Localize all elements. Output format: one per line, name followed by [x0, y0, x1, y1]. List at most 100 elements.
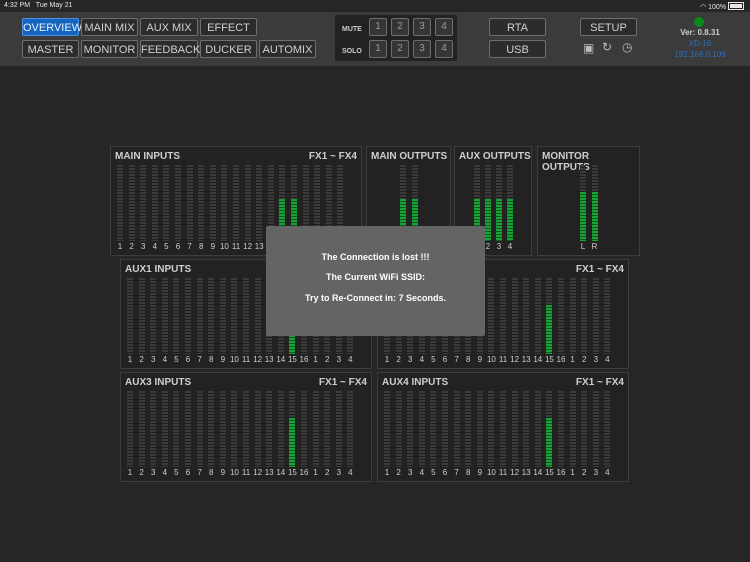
toolbox-icon[interactable]: ▣: [583, 41, 594, 55]
channel-label: 9: [477, 355, 483, 364]
channel-label: 3: [140, 242, 146, 251]
panel-title: MAIN INPUTS: [115, 151, 180, 162]
history-icon[interactable]: ◷: [622, 40, 632, 54]
tab-master[interactable]: MASTER: [22, 40, 79, 58]
level-meter-fill: [580, 192, 586, 241]
channel-label: 1: [127, 355, 133, 364]
channel-label: 11: [241, 355, 251, 364]
mute-button-2[interactable]: 2: [391, 18, 409, 36]
level-meter: [534, 391, 541, 467]
channel-label: 11: [241, 468, 251, 477]
setup-button[interactable]: SETUP: [580, 18, 637, 36]
top-toolbar: OVERVIEW MAIN MIX AUX MIX EFFECT MASTER …: [0, 12, 750, 66]
version-text: Ver: 0.8.31: [680, 28, 720, 37]
battery-icon: [728, 2, 744, 10]
channel-label: 14: [533, 355, 543, 364]
channel-label: 13: [264, 468, 274, 477]
channel-label: 2: [139, 355, 144, 364]
channel-label: 4: [348, 468, 353, 477]
channel-label: 2: [139, 468, 144, 477]
level-meter: [558, 278, 564, 354]
channel-label: 14: [276, 468, 286, 477]
channel-label: 6: [442, 468, 448, 477]
channel-label: L: [580, 242, 586, 251]
tab-feedback[interactable]: FEEDBACK: [140, 40, 200, 58]
channel-label: R: [591, 242, 598, 251]
channel-label: 5: [164, 242, 169, 251]
mute-button-4[interactable]: 4: [435, 18, 453, 36]
solo-button-3[interactable]: 3: [413, 40, 431, 58]
aux3-inputs-panel: AUX3 INPUTS FX1 ~ FX4 1 2 3 4 5 6 7 8 9 10 11 12 13 1…: [120, 372, 372, 482]
tab-overview[interactable]: OVERVIEW: [22, 18, 82, 36]
channel-label: 8: [465, 355, 471, 364]
channel-label: 14: [276, 355, 286, 364]
tab-effect[interactable]: EFFECT: [200, 18, 257, 36]
channel-label: 12: [510, 468, 520, 477]
level-meter: [127, 391, 133, 467]
level-meter-fill: [591, 192, 598, 241]
level-meter: [209, 165, 216, 241]
level-meter: [511, 391, 518, 467]
level-meter: [254, 278, 261, 354]
status-bar: 4:32 PM Tue May 21 ◠ 100%: [0, 0, 750, 12]
channel-label: 4: [162, 355, 168, 364]
channel-label: 6: [442, 355, 448, 364]
dialog-line-1: The Connection is lost !!!: [321, 252, 430, 262]
channel-label: 5: [174, 355, 179, 364]
usb-button[interactable]: USB: [489, 40, 546, 58]
channel-label: 9: [210, 242, 216, 251]
solo-button-4[interactable]: 4: [435, 40, 453, 58]
level-meter: [569, 278, 576, 354]
connection-lost-dialog: The Connection is lost !!! The Current W…: [266, 226, 485, 336]
tab-aux-mix[interactable]: AUX MIX: [140, 18, 198, 36]
reset-icon[interactable]: ↻: [602, 40, 612, 54]
tab-ducker[interactable]: DUCKER: [200, 40, 257, 58]
channel-label: 2: [129, 242, 134, 251]
dialog-line-2: The Current WiFi SSID:: [326, 272, 425, 282]
channel-label: 4: [605, 468, 610, 477]
level-meter: [138, 391, 145, 467]
channel-label: 4: [162, 468, 168, 477]
level-meter: [243, 278, 249, 354]
tab-monitor[interactable]: MONITOR: [81, 40, 138, 58]
level-meter: [335, 391, 342, 467]
level-meter: [407, 391, 414, 467]
channel-label: 16: [556, 468, 566, 477]
channel-label: 10: [486, 355, 496, 364]
channel-label: 4: [419, 355, 425, 364]
mute-button-3[interactable]: 3: [413, 18, 431, 36]
channel-label: 7: [187, 242, 192, 251]
level-meter: [496, 165, 502, 241]
level-meter: [196, 391, 203, 467]
level-meter: [507, 165, 513, 241]
status-right: ◠ 100%: [700, 2, 744, 11]
channel-label: 10: [486, 468, 496, 477]
battery-percent: 100%: [708, 4, 727, 11]
level-meter: [277, 391, 284, 467]
channel-label: 5: [174, 468, 179, 477]
channel-label: 5: [431, 355, 436, 364]
solo-button-2[interactable]: 2: [391, 40, 409, 58]
level-meter-fill: [546, 418, 553, 467]
rta-button[interactable]: RTA: [489, 18, 546, 36]
level-meter-fill: [289, 335, 296, 354]
level-meter-fill: [485, 199, 491, 241]
tab-automix[interactable]: AUTOMIX: [259, 40, 316, 58]
level-meter: [219, 278, 226, 354]
level-meter: [208, 391, 215, 467]
solo-button-1[interactable]: 1: [369, 40, 387, 58]
mute-button-1[interactable]: 1: [369, 18, 387, 36]
level-meter-fill: [546, 305, 553, 354]
channel-label: 9: [220, 468, 226, 477]
channel-label: 3: [593, 468, 599, 477]
level-meter: [243, 391, 249, 467]
channel-label: 2: [396, 355, 401, 364]
level-meter: [163, 165, 170, 241]
channel-label: 15: [287, 468, 297, 477]
level-meter: [569, 391, 576, 467]
channel-label: 9: [477, 468, 483, 477]
channel-label: 16: [299, 355, 309, 364]
status-time: 4:32 PM: [4, 2, 31, 9]
tab-main-mix[interactable]: MAIN MIX: [81, 18, 138, 36]
channel-label: 1: [570, 468, 575, 477]
